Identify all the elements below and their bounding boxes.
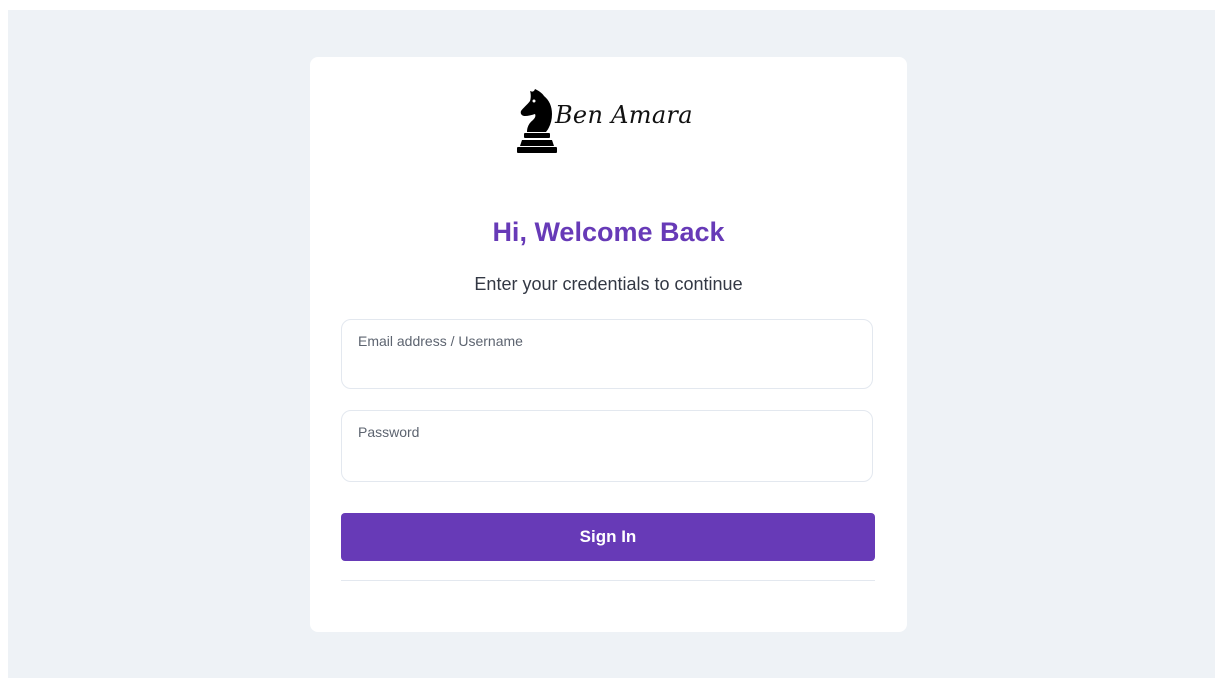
brand-name: Ben Amara [555,101,693,129]
sign-in-button[interactable]: Sign In [341,513,875,561]
login-card: Ben Amara Hi, Welcome Back Enter your cr… [310,57,907,632]
chess-knight-icon [515,87,559,155]
email-field[interactable]: Email address / Username [341,319,873,389]
email-field-label: Email address / Username [358,333,523,349]
brand-logo: Ben Amara [515,87,693,155]
email-input[interactable] [357,356,857,378]
page-subtitle: Enter your credentials to continue [474,274,743,294]
password-input[interactable] [357,447,857,469]
page-title: Hi, Welcome Back [492,217,725,247]
password-field-label: Password [358,424,420,440]
divider [341,580,875,581]
password-field[interactable]: Password [341,410,873,482]
